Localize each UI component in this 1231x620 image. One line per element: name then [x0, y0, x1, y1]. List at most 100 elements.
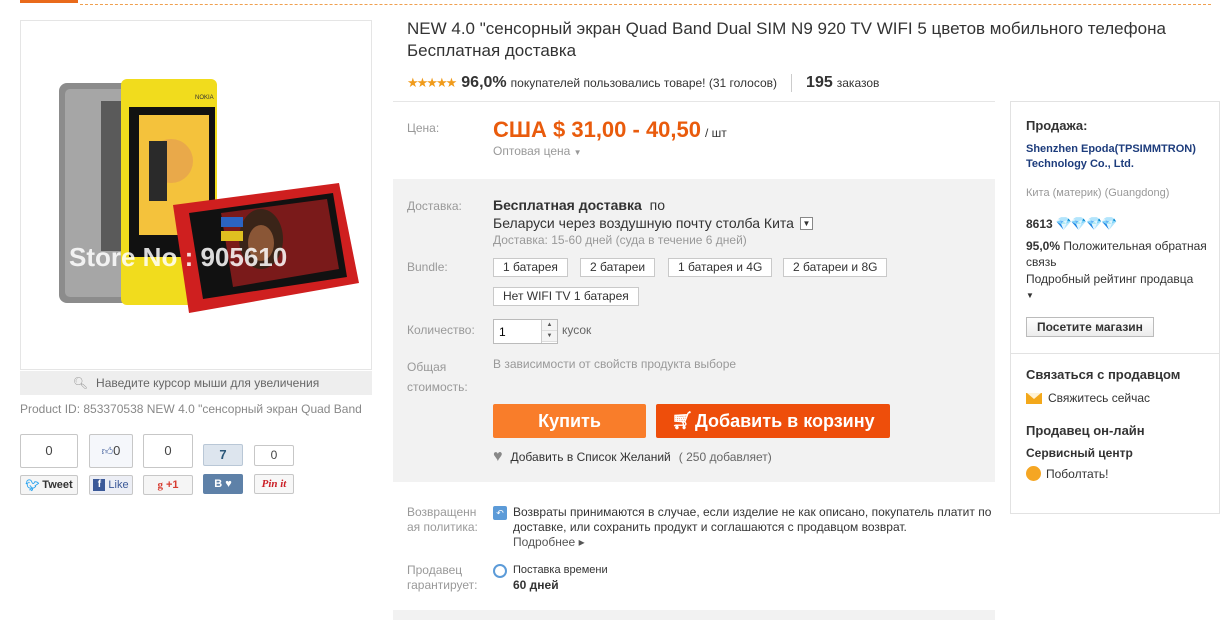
store-watermark: Store No : 905610	[69, 242, 287, 272]
wholesale-label: Оптовая цена	[493, 144, 571, 158]
price: США $ 31,00 - 40,50/ шт	[493, 117, 727, 143]
detailed-rating-dropdown[interactable]: Подробный рейтинг продавца ▼	[1026, 272, 1216, 303]
seller-feedback: 95,0% Положительная обратная связь	[1026, 238, 1211, 270]
returns-label-line2: ая политика:	[407, 520, 478, 534]
quantity-input[interactable]	[494, 320, 542, 343]
quantity-stepper[interactable]: ▲ ▼	[493, 319, 558, 344]
contact-now-link[interactable]: Свяжитесь сейчас	[1026, 391, 1150, 405]
guarantee-label: Продавец гарантирует:	[407, 563, 477, 593]
facebook-icon: f	[93, 479, 106, 491]
price-unit: / шт	[705, 126, 727, 140]
bundle-option[interactable]: 1 батарея и 4G	[668, 258, 773, 277]
delivery-time: Доставка: 15-60 дней (суда в течение 6 д…	[493, 233, 747, 247]
chat-link[interactable]: Поболтать!	[1026, 466, 1108, 481]
guarantee-label-line2: гарантирует:	[407, 578, 478, 592]
envelope-icon	[1026, 392, 1042, 404]
wishlist-count: ( 250 добавляет)	[678, 450, 772, 464]
gplus-button[interactable]: g +1	[143, 475, 193, 495]
tweet-label: Tweet	[42, 479, 73, 491]
vk-button[interactable]: В ♥	[203, 474, 243, 494]
contact-heading: Связаться с продавцом	[1026, 367, 1181, 382]
orders-label: заказов	[836, 76, 880, 90]
gplus-count: 0	[143, 434, 193, 468]
quantity-spinner[interactable]: ▲ ▼	[541, 320, 557, 343]
rating-votes[interactable]: покупателей пользовались товаре! (31 гол…	[511, 76, 777, 90]
quantity-label: Количество:	[407, 323, 475, 337]
guarantee-days: 60 дней	[513, 578, 559, 592]
divider	[393, 101, 995, 102]
heart-icon: ♥	[493, 448, 503, 465]
seller-name-link[interactable]: Shenzhen Epoda(TPSIMMTRON) Technology Co…	[1026, 142, 1211, 172]
total-cost-text: В зависимости от свойств продукта выборе	[493, 357, 737, 371]
top-dashed-line	[80, 4, 1211, 5]
delivery-dropdown-button[interactable]: ▼	[799, 216, 813, 230]
pinit-button[interactable]: Pin it	[254, 474, 294, 494]
magnifier-icon: 🔍︎	[72, 376, 89, 390]
add-to-cart-label: Добавить в корзину	[694, 410, 875, 431]
guarantee-title: Поставка времени	[513, 564, 608, 576]
wishlist-label: Добавить в Список Желаний	[510, 450, 671, 464]
add-to-cart-button[interactable]: 🛒︎ Добавить в корзину	[656, 404, 890, 438]
price-value: США $ 31,00 - 40,50	[493, 117, 702, 142]
divider	[791, 74, 793, 92]
bundle-option[interactable]: 2 батареи и 8G	[783, 258, 888, 277]
returns-more-link[interactable]: Подробнее ▸	[513, 535, 585, 549]
service-center: Сервисный центр	[1026, 446, 1133, 460]
seller-score: 8613 💎💎💎💎	[1026, 216, 1117, 232]
total-label-line1: Общая	[407, 360, 447, 374]
decrement-icon[interactable]: ▼	[542, 331, 557, 342]
orders-count: 195	[806, 74, 833, 91]
bundle-option[interactable]: 2 батареи	[580, 258, 656, 277]
delivery-method: Бесплатная доставка по	[493, 197, 665, 213]
pin-count: 0	[254, 445, 294, 466]
increment-icon[interactable]: ▲	[542, 320, 557, 331]
cart-icon: 🛒︎	[671, 411, 693, 430]
chat-label: Поболтать!	[1046, 466, 1109, 481]
chevron-down-icon: ▼	[1026, 291, 1034, 300]
top-accent	[20, 0, 78, 3]
visit-store-button[interactable]: Посетите магазин	[1026, 317, 1154, 337]
product-image[interactable]: NOKIA Store No : 905610	[20, 20, 372, 370]
delivery-route-text: Беларуси через воздушную почту столба Ки…	[493, 215, 794, 231]
delivery-guarantee: Поставка времени 60 дней	[493, 563, 608, 593]
return-arrow-icon: ↶	[493, 506, 507, 520]
like-button[interactable]: f Like	[89, 475, 133, 495]
vk-count: 7	[203, 444, 243, 466]
rating-stars-icon: ★★★★★	[407, 75, 457, 90]
total-label-line2: стоимость:	[407, 380, 468, 394]
chat-smile-icon	[1026, 466, 1041, 481]
chevron-down-icon: ▼	[573, 148, 582, 157]
gplus-label: +1	[165, 479, 179, 491]
wishlist-link[interactable]: ♥ Добавить в Список Желаний ( 250 добавл…	[493, 448, 772, 466]
quantity-unit: кусок	[562, 323, 592, 337]
delivery-label: Доставка:	[407, 199, 462, 213]
bundle-option[interactable]: Нет WIFI TV 1 батарея	[493, 287, 639, 306]
thumbs-up-icon: 👍︎	[101, 446, 114, 458]
seller-heading: Продажа:	[1026, 118, 1088, 133]
delivery-route: Беларуси через воздушную почту столба Ки…	[493, 215, 813, 231]
buy-button[interactable]: Купить	[493, 404, 646, 438]
tweet-button[interactable]: 🐦︎ Tweet	[20, 475, 78, 495]
zoom-hint-text: Наведите курсор мыши для увеличения	[96, 376, 320, 390]
clock-icon	[493, 564, 507, 578]
returns-label-line1: Возвращенн	[407, 505, 477, 519]
total-label: Общая стоимость:	[407, 357, 468, 397]
delivery-po: по	[649, 197, 665, 213]
top-border	[0, 0, 1231, 8]
phones-illustration: NOKIA Store No : 905610	[59, 79, 359, 313]
seller-panel: Продажа: Shenzhen Epoda(TPSIMMTRON) Tech…	[1010, 101, 1220, 514]
free-shipping-text: Бесплатная доставка	[493, 197, 642, 213]
price-label: Цена:	[407, 121, 440, 135]
wholesale-price-dropdown[interactable]: Оптовая цена ▼	[493, 144, 582, 158]
zoom-hint: 🔍︎ Наведите курсор мыши для увеличения	[20, 371, 372, 395]
tweet-count: 0	[20, 434, 78, 468]
twitter-bird-icon: 🐦︎	[25, 479, 40, 492]
rating-line: ★★★★★ 96,0% покупателей пользовались тов…	[407, 73, 879, 93]
like-label: Like	[108, 479, 129, 491]
contact-now-label: Свяжитесь сейчас	[1048, 391, 1151, 405]
rating-percent: 96,0%	[461, 74, 507, 91]
bundle-option[interactable]: 1 батарея	[493, 258, 568, 277]
like-count: 👍︎0	[89, 434, 133, 468]
product-title: NEW 4.0 "сенсорный экран Quad Band Dual …	[407, 19, 1166, 60]
product-id: Product ID: 853370538 NEW 4.0 "сенсорный…	[20, 402, 362, 416]
